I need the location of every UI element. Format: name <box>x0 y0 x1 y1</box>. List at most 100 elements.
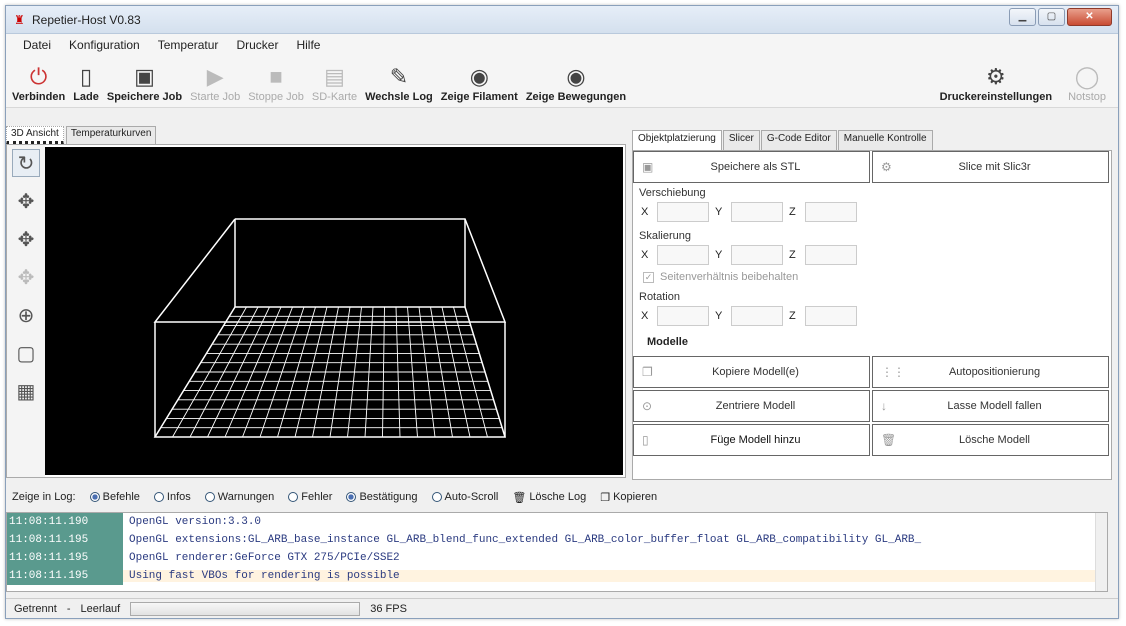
maximize-button[interactable]: ▢ <box>1038 8 1065 26</box>
move-object-disabled-icon[interactable]: ✥ <box>12 263 40 291</box>
scale-z-input[interactable] <box>805 245 857 265</box>
filter-errors[interactable]: Fehler <box>288 491 332 503</box>
tab-gcode-editor[interactable]: G-Code Editor <box>760 130 837 150</box>
scale-label: Skalierung <box>639 230 691 242</box>
add-model-button[interactable]: ▯ Füge Modell hinzu <box>633 424 870 456</box>
menu-help[interactable]: Hilfe <box>287 38 329 52</box>
log-scrollbar[interactable] <box>1095 513 1107 591</box>
emergency-stop-icon: ◯ <box>1074 64 1100 89</box>
radio-icon <box>204 492 215 502</box>
radio-icon <box>89 492 100 502</box>
tab-object-placement[interactable]: Objektplatzierung <box>632 130 722 150</box>
printer-settings-button[interactable]: ⚙ Druckereinstellungen <box>940 63 1052 103</box>
minimize-button[interactable]: ▁ <box>1009 8 1036 26</box>
gear-icon: ⚙ <box>881 160 892 174</box>
clear-log-button[interactable]: 🗑 Lösche Log <box>512 491 586 504</box>
radio-icon <box>346 492 357 502</box>
translation-label: Verschiebung <box>639 187 706 199</box>
print-bed-wireframe <box>153 218 507 438</box>
translate-x-input[interactable] <box>657 202 709 222</box>
show-filament-button[interactable]: ◉ Zeige Filament <box>441 63 518 103</box>
translate-z-input[interactable] <box>805 202 857 222</box>
document-icon: ▯ <box>79 64 93 89</box>
stop-job-button[interactable]: ■ Stoppe Job <box>248 63 304 103</box>
save-stl-button[interactable]: ▣ Speichere als STL <box>633 151 870 183</box>
rotate-z-input[interactable] <box>805 306 857 326</box>
tab-temperature-curves[interactable]: Temperaturkurven <box>65 126 157 144</box>
radio-icon <box>288 492 299 502</box>
copy-model-button[interactable]: ❐ Kopiere Modell(e) <box>633 356 870 388</box>
scale-x-input[interactable] <box>657 245 709 265</box>
show-moves-button[interactable]: ◉ Zeige Bewegungen <box>526 63 626 103</box>
connection-status: Getrennt <box>14 602 57 615</box>
copy-log-button[interactable]: ❐ Kopieren <box>600 491 657 504</box>
status-bar: Getrennt - Leerlauf 36 FPS <box>6 598 1118 618</box>
emergency-stop-button[interactable]: ◯ Notstop <box>1068 63 1106 103</box>
front-view-icon[interactable]: ▢ <box>12 339 40 367</box>
close-button[interactable]: ✕ <box>1067 8 1112 26</box>
rotate-icon[interactable]: ↻ <box>12 149 40 177</box>
sd-card-button[interactable]: ▤ SD-Karte <box>312 63 357 103</box>
window-title: Repetier-Host V0.83 <box>32 12 141 27</box>
log-panel: Zeige in Log: Befehle Infos Warnungen Fe… <box>6 486 1108 594</box>
radio-icon <box>431 492 442 502</box>
tab-3d-view[interactable]: 3D Ansicht <box>6 126 64 144</box>
filter-infos[interactable]: Infos <box>153 491 191 503</box>
floppy-icon: ▣ <box>134 64 155 89</box>
filter-commands[interactable]: Befehle <box>89 491 140 503</box>
trash-icon: 🗑 <box>881 433 897 447</box>
eye-icon: ◉ <box>566 64 586 89</box>
tab-manual-control[interactable]: Manuelle Kontrolle <box>837 130 933 150</box>
menu-temperature[interactable]: Temperatur <box>149 38 228 52</box>
right-panel: Objektplatzierung Slicer G-Code Editor M… <box>632 130 1112 480</box>
stop-icon: ■ <box>269 64 283 89</box>
title-bar: ♜ Repetier-Host V0.83 ▁ ▢ ✕ <box>6 6 1118 34</box>
load-button[interactable]: ▯ Lade <box>73 63 99 103</box>
filter-autoscroll[interactable]: Auto-Scroll <box>431 491 498 503</box>
checkmark-icon: ✓ <box>643 271 654 283</box>
rotate-x-input[interactable] <box>657 306 709 326</box>
show-in-log-label: Zeige in Log: <box>12 491 76 503</box>
radio-icon <box>153 492 164 502</box>
slice-button[interactable]: ⚙ Slice mit Slic3r <box>872 151 1109 183</box>
center-model-button[interactable]: ⊙ Zentriere Modell <box>633 390 870 422</box>
connect-button[interactable]: ⏻ Verbinden <box>12 63 65 103</box>
center-icon: ⊙ <box>642 399 653 413</box>
move-object-icon[interactable]: ✥ <box>12 225 40 253</box>
fps-counter: 36 FPS <box>370 602 407 615</box>
idle-status: Leerlauf <box>80 602 121 615</box>
zoom-icon[interactable]: ⊕ <box>12 301 40 329</box>
drop-model-button[interactable]: ↓ Lasse Modell fallen <box>872 390 1109 422</box>
floppy-icon: ▣ <box>642 160 654 174</box>
view-tools: ↻ ✥ ✥ ✥ ⊕ ▢ ▦ <box>7 145 45 477</box>
power-icon: ⏻ <box>29 64 48 89</box>
save-job-button[interactable]: ▣ Speichere Job <box>107 63 182 103</box>
menu-configuration[interactable]: Konfiguration <box>60 38 149 52</box>
filter-acknowledgement[interactable]: Bestätigung <box>346 491 418 503</box>
grid-view-icon[interactable]: ▦ <box>12 377 40 405</box>
log-line: 11:08:11.195 OpenGL extensions:GL_ARB_bas… <box>7 531 1107 549</box>
toolbar: ⏻ Verbinden ▯ Lade ▣ Speichere Job ▶ Sta… <box>6 56 1118 108</box>
move-icon[interactable]: ✥ <box>12 187 40 215</box>
keep-ratio-checkbox[interactable]: ✓ Seitenverhältnis beibehalten <box>643 271 1111 283</box>
copy-icon: ❐ <box>600 491 611 504</box>
toggle-log-button[interactable]: ✎ Wechsle Log <box>365 63 433 103</box>
start-job-button[interactable]: ▶ Starte Job <box>190 63 240 103</box>
log-output[interactable]: 11:08:11.190 OpenGL version:3.3.0 11:08:1… <box>6 512 1108 592</box>
3d-viewport[interactable] <box>45 147 623 475</box>
menu-file[interactable]: Datei <box>14 38 60 52</box>
progress-bar <box>130 601 361 616</box>
eye-icon: ◉ <box>469 64 489 89</box>
gears-icon: ⚙ <box>985 64 1006 89</box>
delete-model-button[interactable]: 🗑 Lösche Modell <box>872 424 1109 456</box>
tab-slicer[interactable]: Slicer <box>722 130 760 150</box>
add-file-icon: ▯ <box>642 433 649 447</box>
autoposition-button[interactable]: ⋮⋮ Autopositionierung <box>872 356 1109 388</box>
sd-card-icon: ▤ <box>324 64 345 89</box>
translate-y-input[interactable] <box>731 202 783 222</box>
scale-y-input[interactable] <box>731 245 783 265</box>
rotate-y-input[interactable] <box>731 306 783 326</box>
menu-printer[interactable]: Drucker <box>227 38 287 52</box>
trash-icon: 🗑 <box>512 491 527 504</box>
filter-warnings[interactable]: Warnungen <box>204 491 274 503</box>
